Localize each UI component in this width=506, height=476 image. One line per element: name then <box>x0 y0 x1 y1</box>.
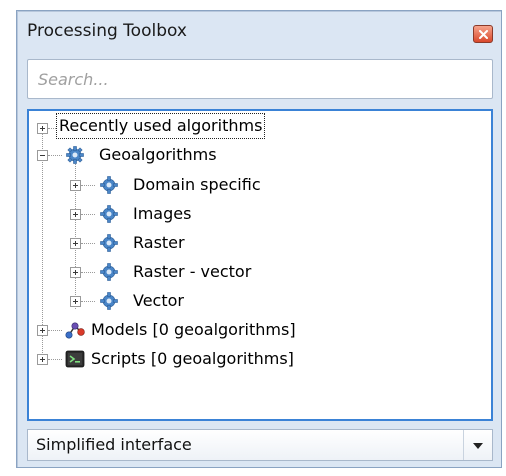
models-icon <box>65 322 85 339</box>
search-input[interactable] <box>27 59 493 99</box>
tree-item-label: Raster <box>133 233 185 252</box>
tree-connector <box>81 272 95 273</box>
tree-item-label: Vector <box>133 291 184 310</box>
tree-item-vector[interactable]: Vector <box>29 287 489 315</box>
gear-icon <box>100 205 118 223</box>
panel-titlebar[interactable]: Processing Toolbox <box>17 11 501 51</box>
gear-icon <box>100 292 118 310</box>
terminal-icon <box>65 350 85 368</box>
tree-connector <box>81 185 95 186</box>
tree-item-label: Models [0 geoalgorithms] <box>91 320 296 339</box>
tree-item-raster[interactable]: Raster <box>29 229 489 257</box>
tree-connector <box>81 301 95 302</box>
tree-item-label: Domain specific <box>133 175 261 194</box>
interface-mode-value: Simplified interface <box>36 435 192 454</box>
tree-connector <box>81 214 95 215</box>
close-button[interactable] <box>473 25 493 43</box>
collapse-toggle[interactable] <box>37 150 48 161</box>
dropdown-arrow-icon[interactable] <box>463 430 492 460</box>
gear-icon <box>66 146 84 164</box>
expand-toggle[interactable] <box>70 238 81 249</box>
expand-toggle[interactable] <box>70 296 81 307</box>
gear-icon <box>100 176 118 194</box>
tree-item-recently-used[interactable]: Recently used algorithms <box>29 113 489 142</box>
expand-toggle[interactable] <box>70 180 81 191</box>
panel-title: Processing Toolbox <box>27 21 187 41</box>
tree-item-label: Geoalgorithms <box>99 145 217 164</box>
tree-item-label: Scripts [0 geoalgorithms] <box>91 349 294 368</box>
algorithm-tree[interactable]: Recently used algorithms Geoalgorithms D… <box>27 109 493 421</box>
tree-item-label: Raster - vector <box>133 262 252 281</box>
tree-item-scripts[interactable]: Scripts [0 geoalgorithms] <box>29 345 489 373</box>
expand-toggle[interactable] <box>70 267 81 278</box>
tree-item-label: Recently used algorithms <box>55 113 266 139</box>
expand-toggle[interactable] <box>37 325 48 336</box>
tree-item-domain-specific[interactable]: Domain specific <box>29 171 489 199</box>
tree-connector <box>48 128 56 129</box>
tree-item-images[interactable]: Images <box>29 200 489 228</box>
tree-connector <box>48 155 62 156</box>
tree-item-raster-vector[interactable]: Raster - vector <box>29 258 489 286</box>
expand-toggle[interactable] <box>70 209 81 220</box>
tree-connector <box>48 330 62 331</box>
interface-mode-select[interactable]: Simplified interface <box>27 429 493 461</box>
tree-connector <box>81 243 95 244</box>
gear-icon <box>100 234 118 252</box>
tree-item-geoalgorithms[interactable]: Geoalgorithms <box>29 141 489 169</box>
close-icon <box>479 30 488 39</box>
tree-connector <box>48 359 62 360</box>
tree-item-label: Images <box>133 204 192 223</box>
expand-toggle[interactable] <box>37 123 48 134</box>
expand-toggle[interactable] <box>37 354 48 365</box>
tree-item-models[interactable]: Models [0 geoalgorithms] <box>29 316 489 344</box>
gear-icon <box>100 263 118 281</box>
processing-toolbox-panel: Processing Toolbox Recently used algorit… <box>16 10 502 468</box>
